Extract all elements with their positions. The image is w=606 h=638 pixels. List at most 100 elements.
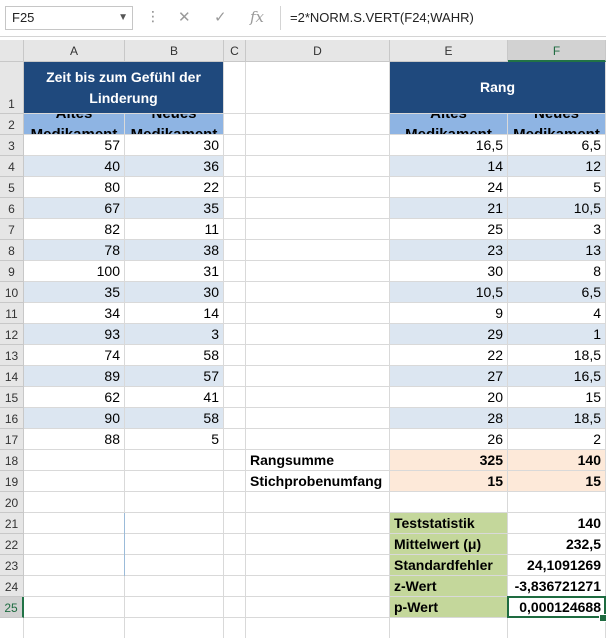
cell-e10[interactable]: 10,5 <box>390 282 507 302</box>
active-cell-selection[interactable] <box>507 596 606 618</box>
standardfehler-label[interactable]: Standardfehler <box>390 555 507 575</box>
cell-b7[interactable]: 11 <box>125 219 223 239</box>
row-header-12[interactable]: 12 <box>0 324 24 345</box>
column-header-b[interactable]: B <box>125 40 224 62</box>
row-header-2[interactable]: 2 <box>0 114 24 135</box>
cell-b9[interactable]: 31 <box>125 261 223 281</box>
column-header-a[interactable]: A <box>24 40 125 62</box>
row-header-4[interactable]: 4 <box>0 156 24 177</box>
cell-f4[interactable]: 12 <box>508 156 605 176</box>
row-header-25[interactable]: 25 <box>0 597 24 618</box>
cell-e5[interactable]: 24 <box>390 177 507 197</box>
cell-b17[interactable]: 5 <box>125 429 223 449</box>
cell-b6[interactable]: 35 <box>125 198 223 218</box>
more-options-icon[interactable]: ⋮ <box>146 8 160 25</box>
fill-handle[interactable] <box>599 614 606 622</box>
teststatistik-label[interactable]: Teststatistik <box>390 513 507 533</box>
cell-f14[interactable]: 16,5 <box>508 366 605 386</box>
cell-b14[interactable]: 57 <box>125 366 223 386</box>
row-header-3[interactable]: 3 <box>0 135 24 156</box>
column-header-f[interactable]: F <box>508 40 606 62</box>
row-header-15[interactable]: 15 <box>0 387 24 408</box>
column-header-e[interactable]: E <box>390 40 508 62</box>
rangsumme-f[interactable]: 140 <box>508 450 605 470</box>
row-header-19[interactable]: 19 <box>0 471 24 492</box>
cell-f10[interactable]: 6,5 <box>508 282 605 302</box>
pwert-label[interactable]: p-Wert <box>390 597 507 617</box>
cell-f5[interactable]: 5 <box>508 177 605 197</box>
cell-e9[interactable]: 30 <box>390 261 507 281</box>
column-header-d[interactable]: D <box>246 40 390 62</box>
confirm-icon[interactable]: ✓ <box>214 8 227 26</box>
cell-e14[interactable]: 27 <box>390 366 507 386</box>
cell-e17[interactable]: 26 <box>390 429 507 449</box>
cell-e4[interactable]: 14 <box>390 156 507 176</box>
cell-f12[interactable]: 1 <box>508 324 605 344</box>
cancel-icon[interactable]: ✕ <box>178 8 191 26</box>
row-header-24[interactable]: 24 <box>0 576 24 597</box>
cell-e11[interactable]: 9 <box>390 303 507 323</box>
cell-a17[interactable]: 88 <box>24 429 124 449</box>
row-header-5[interactable]: 5 <box>0 177 24 198</box>
cell-a5[interactable]: 80 <box>24 177 124 197</box>
cell-b15[interactable]: 41 <box>125 387 223 407</box>
cell-b11[interactable]: 14 <box>125 303 223 323</box>
cell-e6[interactable]: 21 <box>390 198 507 218</box>
row-header-16[interactable]: 16 <box>0 408 24 429</box>
cell-e15[interactable]: 20 <box>390 387 507 407</box>
row-header-9[interactable]: 9 <box>0 261 24 282</box>
zwert-value[interactable]: -3,836721271 <box>508 576 605 596</box>
cell-e13[interactable]: 22 <box>390 345 507 365</box>
cell-b3[interactable]: 30 <box>125 135 223 155</box>
rangsumme-e[interactable]: 325 <box>390 450 507 470</box>
cell-f13[interactable]: 18,5 <box>508 345 605 365</box>
cell-a3[interactable]: 57 <box>24 135 124 155</box>
cell-e16[interactable]: 28 <box>390 408 507 428</box>
cell-b5[interactable]: 22 <box>125 177 223 197</box>
cell-e8[interactable]: 23 <box>390 240 507 260</box>
row-header-20[interactable]: 20 <box>0 492 24 513</box>
cell-f3[interactable]: 6,5 <box>508 135 605 155</box>
mittelwert-label[interactable]: Mittelwert (μ) <box>390 534 507 554</box>
cell-a11[interactable]: 34 <box>24 303 124 323</box>
row-header-6[interactable]: 6 <box>0 198 24 219</box>
row-header-10[interactable]: 10 <box>0 282 24 303</box>
cell-f15[interactable]: 15 <box>508 387 605 407</box>
cell-e7[interactable]: 25 <box>390 219 507 239</box>
cell-f6[interactable]: 10,5 <box>508 198 605 218</box>
insert-function-icon[interactable]: fx <box>250 8 264 26</box>
cell-b13[interactable]: 58 <box>125 345 223 365</box>
cell-f11[interactable]: 4 <box>508 303 605 323</box>
standardfehler-value[interactable]: 24,1091269 <box>508 555 605 575</box>
right-table-title[interactable]: Rang <box>390 62 605 113</box>
cell-f16[interactable]: 18,5 <box>508 408 605 428</box>
right-col2-header[interactable]: Neues Medikament <box>508 114 605 134</box>
row-header-13[interactable]: 13 <box>0 345 24 366</box>
row-header-8[interactable]: 8 <box>0 240 24 261</box>
cell-b12[interactable]: 3 <box>125 324 223 344</box>
cell-a8[interactable]: 78 <box>24 240 124 260</box>
cell-a9[interactable]: 100 <box>24 261 124 281</box>
cell-a10[interactable]: 35 <box>24 282 124 302</box>
cell-f9[interactable]: 8 <box>508 261 605 281</box>
cell-f7[interactable]: 3 <box>508 219 605 239</box>
mittelwert-value[interactable]: 232,5 <box>508 534 605 554</box>
cell-e12[interactable]: 29 <box>390 324 507 344</box>
row-header-23[interactable]: 23 <box>0 555 24 576</box>
name-box[interactable]: F25 ▼ <box>5 6 133 30</box>
right-col1-header[interactable]: Altes Medikament <box>390 114 507 134</box>
teststatistik-value[interactable]: 140 <box>508 513 605 533</box>
zwert-label[interactable]: z-Wert <box>390 576 507 596</box>
row-header-21[interactable]: 21 <box>0 513 24 534</box>
chevron-down-icon[interactable]: ▼ <box>118 7 128 29</box>
row-header-7[interactable]: 7 <box>0 219 24 240</box>
left-col1-header[interactable]: Altes Medikament <box>24 114 124 134</box>
left-table-title[interactable]: Zeit bis zum Gefühl der Linderung <box>24 62 223 113</box>
cell-b16[interactable]: 58 <box>125 408 223 428</box>
cell-e3[interactable]: 16,5 <box>390 135 507 155</box>
stichprobe-e[interactable]: 15 <box>390 471 507 491</box>
row-header-1[interactable]: 1 <box>0 62 24 114</box>
column-header-c[interactable]: C <box>224 40 246 62</box>
cell-a7[interactable]: 82 <box>24 219 124 239</box>
formula-input[interactable]: =2*NORM.S.VERT(F24;WAHR) <box>290 6 474 30</box>
